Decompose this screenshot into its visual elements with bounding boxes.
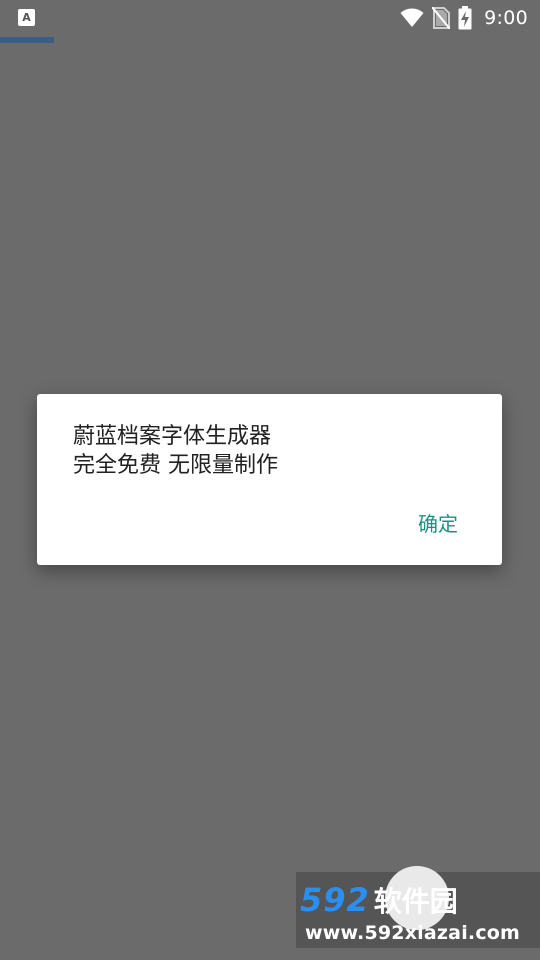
app-notification-icon: A (18, 9, 35, 26)
no-sim-icon (432, 7, 451, 29)
battery-charging-icon (458, 6, 472, 30)
status-icons: 9:00 (400, 6, 528, 30)
dialog-message: 蔚蓝档案字体生成器 完全免费 无限量制作 (73, 422, 473, 480)
alert-dialog: 蔚蓝档案字体生成器 完全免费 无限量制作 确定 (37, 394, 502, 565)
dialog-message-line-2: 完全免费 无限量制作 (73, 453, 278, 478)
wifi-icon (400, 8, 424, 27)
watermark-logo: 592 软件园 (300, 880, 536, 920)
watermark-url: www.592xiazai.com (305, 922, 521, 944)
confirm-button[interactable]: 确定 (408, 507, 468, 541)
status-time: 9:00 (484, 7, 528, 29)
watermark-number: 592 (300, 881, 370, 919)
app-notification-letter: A (22, 11, 31, 24)
dialog-message-line-1: 蔚蓝档案字体生成器 (73, 424, 272, 449)
accent-progress-line (0, 37, 54, 43)
status-bar: A 9:00 (0, 0, 540, 36)
watermark-brand: 软件园 (373, 885, 458, 918)
